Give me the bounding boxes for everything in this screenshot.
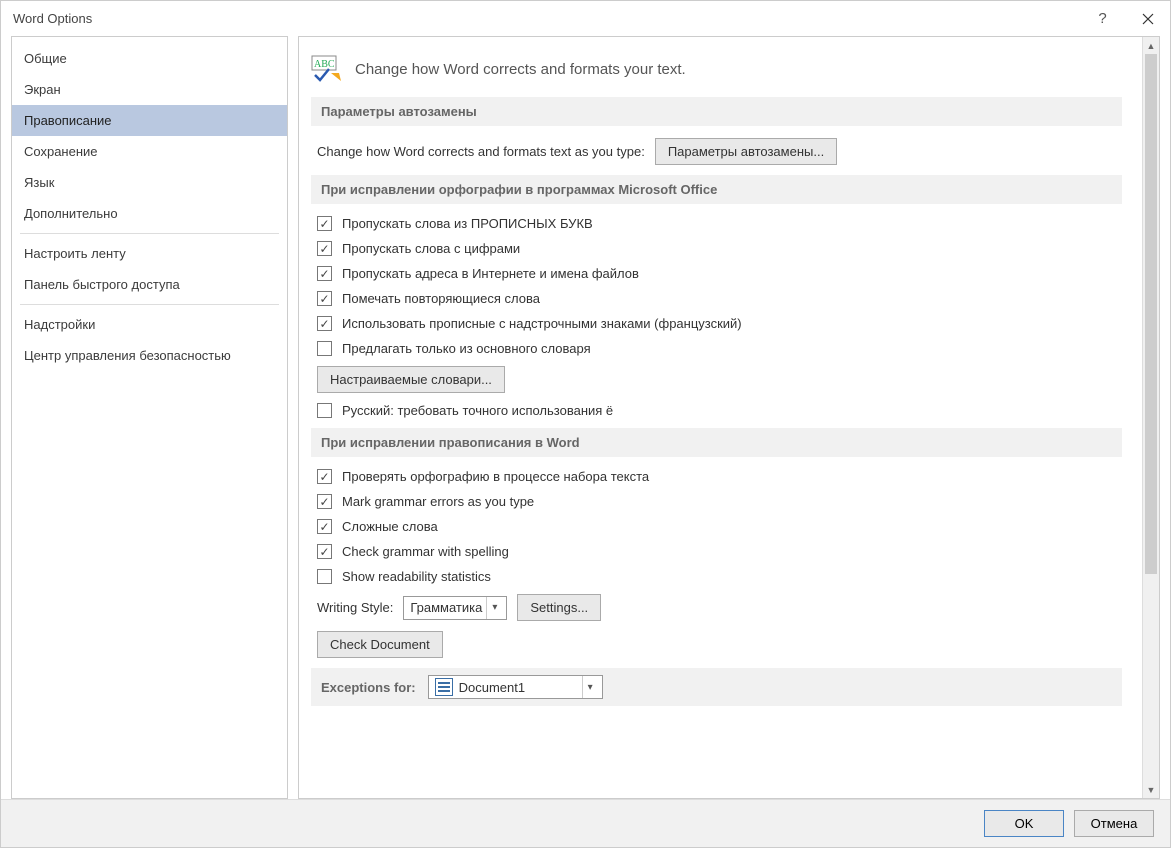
check-readability[interactable] [317,569,332,584]
check-complex-words-label: Сложные слова [342,519,438,534]
autocorrect-desc: Change how Word corrects and formats tex… [317,144,645,159]
close-button[interactable] [1125,1,1170,36]
nav-trust-center[interactable]: Центр управления безопасностью [12,340,287,371]
nav-quick-access[interactable]: Панель быстрого доступа [12,269,287,300]
check-grammar-typing[interactable] [317,494,332,509]
check-numbers-label: Пропускать слова с цифрами [342,241,520,256]
custom-dictionaries-button[interactable]: Настраиваемые словари... [317,366,505,393]
ok-button[interactable]: OK [984,810,1064,837]
section-autocorrect: Параметры автозамены [311,97,1122,126]
nav-save[interactable]: Сохранение [12,136,287,167]
check-repeated[interactable] [317,291,332,306]
check-russian-yo[interactable] [317,403,332,418]
check-uppercase[interactable] [317,216,332,231]
cancel-button[interactable]: Отмена [1074,810,1154,837]
check-numbers[interactable] [317,241,332,256]
check-russian-yo-label: Русский: требовать точного использования… [342,403,613,418]
exceptions-document-select[interactable]: Document1 ▾ [428,675,603,699]
grammar-settings-button[interactable]: Settings... [517,594,601,621]
window-title: Word Options [13,11,92,26]
check-urls-label: Пропускать адреса в Интернете и имена фа… [342,266,639,281]
sidebar: Общие Экран Правописание Сохранение Язык… [11,36,288,799]
nav-general[interactable]: Общие [12,43,287,74]
check-grammar-spelling-label: Check grammar with spelling [342,544,509,559]
scroll-thumb[interactable] [1145,54,1157,574]
section-word-spelling: При исправлении правописания в Word [311,428,1122,457]
writing-style-select[interactable]: Грамматика ▾ [403,596,507,620]
main-panel: ABC Change how Word corrects and formats… [298,36,1160,799]
page-header-text: Change how Word corrects and formats you… [355,61,686,78]
nav-advanced[interactable]: Дополнительно [12,198,287,229]
chevron-down-icon: ▾ [582,676,598,698]
titlebar: Word Options ? [1,1,1170,36]
scroll-up-icon[interactable]: ▲ [1143,37,1159,54]
svg-text:ABC: ABC [314,59,335,70]
check-uppercase-label: Пропускать слова из ПРОПИСНЫХ БУКВ [342,216,593,231]
check-grammar-typing-label: Mark grammar errors as you type [342,494,534,509]
check-french-caps[interactable] [317,316,332,331]
proofing-icon: ABC [311,55,345,83]
document-icon [435,678,453,696]
check-french-caps-label: Использовать прописные с надстрочными зн… [342,316,742,331]
check-repeated-label: Помечать повторяющиеся слова [342,291,540,306]
autocorrect-options-button[interactable]: Параметры автозамены... [655,138,837,165]
page-header: ABC Change how Word corrects and formats… [311,55,1122,83]
nav-proofing[interactable]: Правописание [12,105,287,136]
nav-addins[interactable]: Надстройки [12,309,287,340]
check-main-dict[interactable] [317,341,332,356]
help-button[interactable]: ? [1080,1,1125,36]
chevron-down-icon: ▾ [486,597,502,619]
nav-language[interactable]: Язык [12,167,287,198]
scroll-down-icon[interactable]: ▼ [1143,781,1159,798]
dialog-footer: OK Отмена [1,799,1170,847]
check-urls[interactable] [317,266,332,281]
content: Общие Экран Правописание Сохранение Язык… [1,36,1170,799]
check-main-dict-label: Предлагать только из основного словаря [342,341,591,356]
nav-display[interactable]: Экран [12,74,287,105]
check-grammar-spelling[interactable] [317,544,332,559]
check-readability-label: Show readability statistics [342,569,491,584]
check-complex-words[interactable] [317,519,332,534]
check-spell-typing-label: Проверять орфографию в процессе набора т… [342,469,649,484]
nav-customize-ribbon[interactable]: Настроить ленту [12,238,287,269]
writing-style-label: Writing Style: [317,600,393,615]
section-office-spelling: При исправлении орфографии в программах … [311,175,1122,204]
check-spell-typing[interactable] [317,469,332,484]
section-exceptions: Exceptions for: Document1 ▾ [311,668,1122,706]
check-document-button[interactable]: Check Document [317,631,443,658]
vertical-scrollbar[interactable]: ▲ ▼ [1142,37,1159,798]
